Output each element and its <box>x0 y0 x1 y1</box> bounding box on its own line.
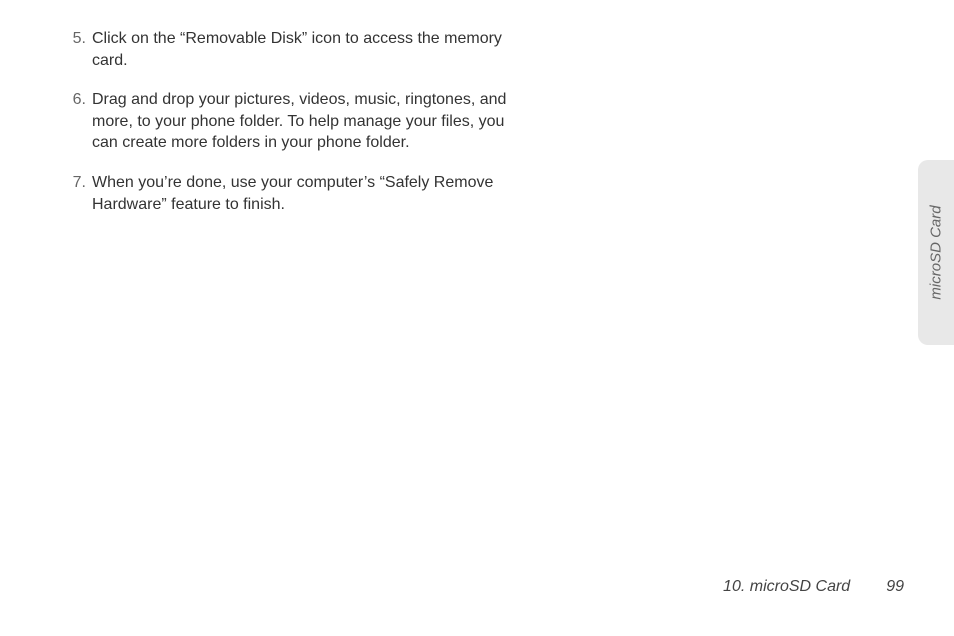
page-footer: 10. microSD Card 99 <box>723 578 904 596</box>
list-text: When you’re done, use your computer’s “S… <box>92 172 508 215</box>
instruction-list: 5. Click on the “Removable Disk” icon to… <box>68 28 508 233</box>
footer-page-number: 99 <box>886 578 904 596</box>
list-number: 7. <box>68 172 92 215</box>
list-number: 5. <box>68 28 92 71</box>
list-text: Drag and drop your pictures, videos, mus… <box>92 89 508 154</box>
list-item: 7. When you’re done, use your computer’s… <box>68 172 508 215</box>
side-tab-label: microSD Card <box>928 205 945 299</box>
list-item: 6. Drag and drop your pictures, videos, … <box>68 89 508 154</box>
list-number: 6. <box>68 89 92 154</box>
side-tab: microSD Card <box>918 160 954 345</box>
list-item: 5. Click on the “Removable Disk” icon to… <box>68 28 508 71</box>
list-text: Click on the “Removable Disk” icon to ac… <box>92 28 508 71</box>
footer-section: 10. microSD Card <box>723 578 850 596</box>
